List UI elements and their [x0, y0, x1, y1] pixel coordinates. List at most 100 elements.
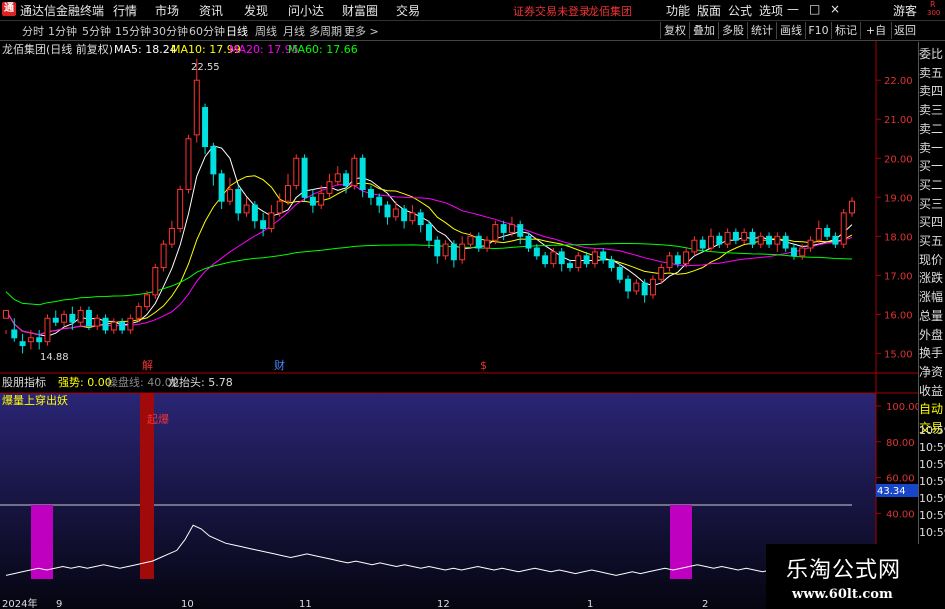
- candle-body-8: [69, 313, 76, 323]
- candle-body-34: [285, 185, 291, 202]
- candle-body-100: [832, 235, 839, 245]
- minimize-button[interactable]: —: [787, 2, 799, 16]
- unlock-event-marker[interactable]: 解: [142, 358, 153, 372]
- candle-body-101: [840, 212, 847, 245]
- corner-label-top: R: [930, 0, 936, 9]
- candle-body-47: [392, 208, 399, 218]
- menu-ask[interactable]: 问小达: [288, 2, 324, 19]
- ind-tick-label-2: 60.00: [886, 474, 915, 485]
- indicator-name[interactable]: 股朋指标: [2, 375, 46, 389]
- menu-market-quotes[interactable]: 行情: [113, 2, 137, 19]
- menu-options[interactable]: 选项: [759, 2, 783, 19]
- menu-formula[interactable]: 公式: [728, 2, 752, 19]
- close-button[interactable]: ×: [830, 2, 840, 16]
- adjust-button[interactable]: 复权: [660, 22, 689, 39]
- menu-discover[interactable]: 发现: [244, 2, 268, 19]
- tab-multi-period[interactable]: 多周期: [307, 23, 344, 39]
- candle-body-45: [376, 196, 383, 206]
- candle-body-74: [616, 267, 623, 280]
- current-stock-name: 龙佰集团: [588, 5, 632, 18]
- candle-body-22: [185, 138, 192, 190]
- tab-weekly[interactable]: 周线: [253, 23, 279, 39]
- y-tick-label-6: 16.00: [884, 310, 913, 321]
- ma60-label: MA60: 17.66: [288, 43, 358, 56]
- candle-body-48: [401, 208, 408, 222]
- candle-body-93: [774, 235, 781, 245]
- candle-body-53: [442, 243, 449, 257]
- x-label-sep: 9: [56, 599, 62, 609]
- ma5-label: MA5: 18.24: [114, 43, 177, 56]
- quote-field-13: 涨幅: [919, 290, 944, 305]
- high-price-label: 22.55: [191, 62, 220, 73]
- watermark-title: 乐淘公式网: [786, 558, 902, 583]
- trade-time-5: 10:59: [919, 509, 945, 522]
- candle-body-76: [633, 282, 640, 292]
- multi-stock-button[interactable]: 多股: [718, 22, 747, 39]
- tab-more[interactable]: 更多 >: [342, 23, 381, 39]
- y-tick-label-0: 22.00: [884, 76, 913, 87]
- candle-body-7: [61, 313, 68, 323]
- kline-chart-area[interactable]: 22.00 21.00 20.00 19.00 18.00 17.00 16.00 15.00…: [0, 41, 918, 609]
- candle-body-83: [691, 239, 698, 253]
- candle-body-26: [218, 173, 225, 202]
- quote-field-11: 现价: [919, 252, 944, 267]
- stock-chart-label: 龙佰集团(日线 前复权): [2, 42, 113, 56]
- candle-body-69: [575, 255, 582, 269]
- tab-1min[interactable]: 1分钟: [46, 23, 79, 39]
- candle-body-30: [251, 204, 258, 222]
- candle-body-99: [824, 228, 831, 237]
- trade-time-1: 10:59: [919, 441, 945, 454]
- x-label-oct: 10: [181, 599, 194, 609]
- overlay-button[interactable]: 叠加: [689, 22, 718, 39]
- menu-wealth[interactable]: 财富圈: [342, 2, 378, 19]
- menu-market[interactable]: 市场: [155, 2, 179, 19]
- statistics-button[interactable]: 统计: [747, 22, 776, 39]
- mark-button[interactable]: 标记: [831, 22, 860, 39]
- tab-5min[interactable]: 5分钟: [80, 23, 113, 39]
- menu-guest[interactable]: 游客: [893, 2, 917, 19]
- candle-body-21: [177, 188, 184, 230]
- candle-body-11: [94, 317, 101, 327]
- candle-body-84: [699, 239, 706, 249]
- tab-60min[interactable]: 60分钟: [187, 23, 227, 39]
- draw-line-button[interactable]: 画线: [776, 22, 805, 39]
- candle-body-64: [533, 247, 540, 257]
- maximize-button[interactable]: □: [809, 2, 820, 16]
- dividend-event-marker[interactable]: $: [480, 359, 487, 372]
- watermark-url: www.60lt.com: [792, 587, 893, 602]
- candle-body-12: [102, 317, 109, 331]
- quote-field-17: 净资: [919, 364, 944, 379]
- quote-field-0: 委比: [919, 47, 944, 61]
- menu-function[interactable]: 功能: [666, 2, 690, 19]
- f10-button[interactable]: F10: [805, 22, 831, 39]
- menu-trade[interactable]: 交易: [396, 2, 420, 19]
- candle-body-89: [741, 231, 748, 241]
- menu-layout[interactable]: 版面: [697, 2, 721, 19]
- candle-body-52: [434, 239, 441, 257]
- candle-body-51: [426, 224, 432, 241]
- menu-news[interactable]: 资讯: [199, 2, 223, 19]
- candle-body-97: [807, 239, 814, 249]
- candle-body-70: [583, 255, 590, 265]
- candle-body-60: [500, 224, 507, 233]
- tab-monthly[interactable]: 月线: [281, 23, 307, 39]
- tab-15min[interactable]: 15分钟: [113, 23, 153, 39]
- back-button[interactable]: 返回: [891, 22, 918, 39]
- candle-body-96: [799, 247, 806, 257]
- quote-field-2: 卖四: [919, 84, 944, 99]
- add-watchlist-button[interactable]: +自选: [860, 22, 891, 54]
- candle-body-16: [135, 306, 142, 319]
- tab-timeshare[interactable]: 分时: [20, 23, 46, 39]
- trade-time-4: 10:59: [919, 492, 945, 505]
- finance-event-marker[interactable]: 财: [274, 358, 285, 372]
- tab-daily[interactable]: 日线: [224, 23, 250, 39]
- quote-field-1: 卖五: [919, 65, 944, 80]
- x-label-feb: 2: [702, 599, 708, 609]
- y-tick-label-3: 19.00: [884, 193, 913, 204]
- candle-body-91: [757, 235, 764, 245]
- quote-field-3: 卖三: [919, 103, 944, 118]
- candle-body-19: [160, 243, 167, 269]
- tab-30min[interactable]: 30分钟: [150, 23, 190, 39]
- quote-field-10: 买五: [919, 234, 944, 248]
- candle-body-90: [749, 231, 756, 245]
